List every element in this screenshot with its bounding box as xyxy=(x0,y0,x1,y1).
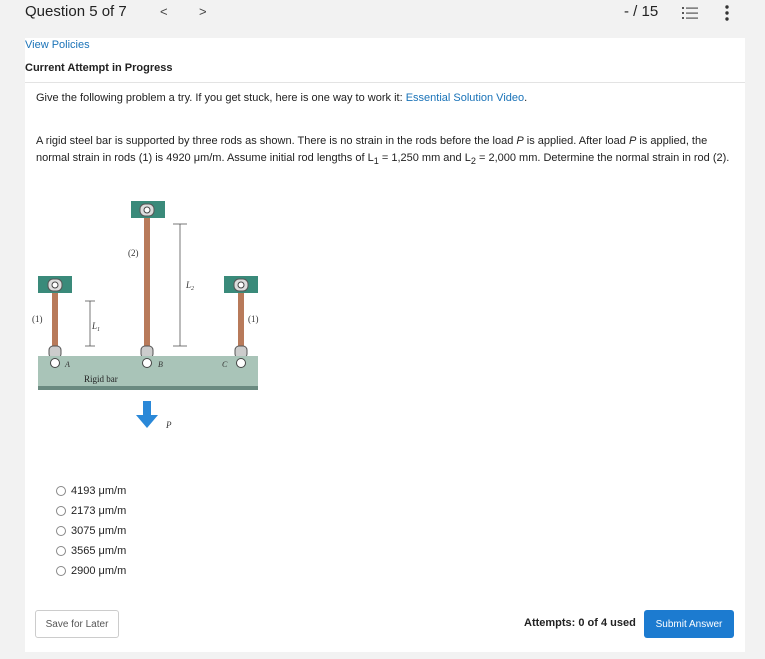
top-support-bracket xyxy=(131,201,165,218)
radio-button[interactable] xyxy=(56,486,66,496)
rod-2-label: (2) xyxy=(128,248,139,258)
more-options-icon[interactable] xyxy=(720,4,734,22)
view-policies-link[interactable]: View Policies xyxy=(25,39,90,51)
l1-label: L1 xyxy=(91,321,100,333)
rod-system-diagram: (2) (1) (1) L1 L2 A B C Rigid bar P xyxy=(32,201,259,430)
load-label: P xyxy=(165,420,172,430)
rigid-bar-label: Rigid bar xyxy=(84,374,118,384)
save-for-later-button[interactable]: Save for Later xyxy=(35,610,119,638)
radio-button[interactable] xyxy=(56,546,66,556)
answer-option[interactable]: 3075 μm/m xyxy=(56,521,126,541)
rod-1-left xyxy=(52,293,58,353)
submit-answer-button[interactable]: Submit Answer xyxy=(644,610,734,638)
question-counter: Question 5 of 7 xyxy=(25,3,127,20)
intro-text: Give the following problem a try. If you… xyxy=(36,92,528,104)
rod-1-right xyxy=(238,293,244,353)
left-support-bracket xyxy=(38,276,72,293)
point-c-label: C xyxy=(222,360,228,369)
attempt-status: Current Attempt in Progress xyxy=(25,62,173,74)
rod-1-left-label: (1) xyxy=(32,314,43,324)
answer-option[interactable]: 4193 μm/m xyxy=(56,481,126,501)
attempts-counter: Attempts: 0 of 4 used xyxy=(524,617,636,629)
radio-button[interactable] xyxy=(56,566,66,576)
previous-question-button[interactable]: < xyxy=(160,4,168,19)
answer-option[interactable]: 3565 μm/m xyxy=(56,541,126,561)
answer-options: 4193 μm/m 2173 μm/m 3075 μm/m 3565 μm/m … xyxy=(56,481,126,581)
point-a-label: A xyxy=(64,360,70,369)
rod-2 xyxy=(144,218,150,346)
next-question-button[interactable]: > xyxy=(199,4,207,19)
top-bar: Question 5 of 7 < > - / 15 xyxy=(0,0,765,38)
right-support-bracket xyxy=(224,276,258,293)
solution-video-link[interactable]: Essential Solution Video xyxy=(406,92,524,104)
problem-statement: A rigid steel bar is supported by three … xyxy=(36,135,730,166)
divider xyxy=(25,82,745,83)
load-arrow xyxy=(136,401,158,428)
question-list-icon[interactable] xyxy=(682,6,698,20)
l2-label: L2 xyxy=(185,280,194,292)
score-display: - / 15 xyxy=(624,3,659,20)
answer-option[interactable]: 2900 μm/m xyxy=(56,561,126,581)
question-card: View Policies Current Attempt in Progres… xyxy=(25,38,745,652)
rod-1-right-label: (1) xyxy=(248,314,259,324)
radio-button[interactable] xyxy=(56,506,66,516)
answer-option[interactable]: 2173 μm/m xyxy=(56,501,126,521)
point-b-label: B xyxy=(158,360,163,369)
radio-button[interactable] xyxy=(56,526,66,536)
